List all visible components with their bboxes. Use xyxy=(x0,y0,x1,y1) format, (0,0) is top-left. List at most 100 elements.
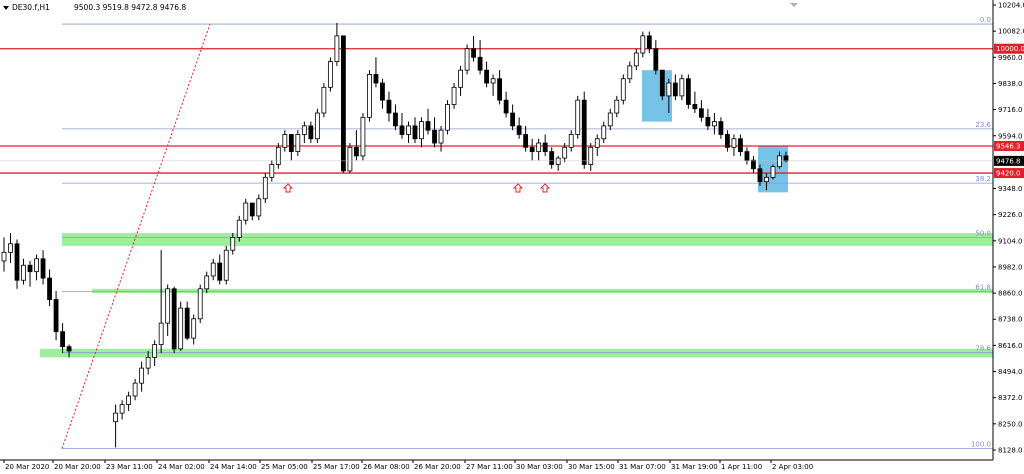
candle-bull xyxy=(360,116,366,157)
candle-bull xyxy=(223,249,229,281)
candle-bear xyxy=(738,138,743,153)
candle-bull xyxy=(119,404,125,414)
candle-bull xyxy=(438,129,444,144)
candle-bull xyxy=(445,104,450,131)
candle-bull xyxy=(777,155,782,168)
candle-bull xyxy=(158,322,164,345)
fib-level-label: 78.6 xyxy=(975,345,991,353)
x-tick-label: 30 Mar 15:00 xyxy=(568,463,615,471)
x-tick-label: 31 Mar 07:00 xyxy=(619,463,666,471)
candle-bear xyxy=(386,99,392,114)
price-tag-label: 9546.3 xyxy=(996,142,1021,150)
candle-bull xyxy=(262,176,268,200)
x-tick-label: 1 Apr 11:00 xyxy=(721,463,762,471)
y-tick-label: 8372.0 xyxy=(998,394,1023,402)
x-tick-label: 24 Mar 14:00 xyxy=(210,463,257,471)
y-tick-label: 8738.0 xyxy=(998,316,1023,324)
chart-symbol: DE30.f,H1 xyxy=(12,3,50,12)
candle-bear xyxy=(692,104,698,110)
candle-bull xyxy=(607,112,613,127)
candle-bull xyxy=(490,78,496,84)
candle-bear xyxy=(425,121,431,131)
candle-bear xyxy=(341,35,346,172)
candle-bull xyxy=(458,69,463,88)
price-chart[interactable]: 0.0 23.6 38.2 50.0 61.8 78.6 100.0 DE30.f,H1 9… xyxy=(0,0,1024,474)
candle-bull xyxy=(210,262,216,277)
candle-bull xyxy=(126,395,132,405)
candle-bull xyxy=(712,121,717,127)
fib-level-label: 50.0 xyxy=(975,229,991,237)
candle-bull xyxy=(191,318,197,339)
y-tick-label: 8982.0 xyxy=(998,263,1023,271)
chart-ohlc: 9500.3 9519.8 9472.8 9476.8 xyxy=(74,3,186,12)
candle-bear xyxy=(497,78,503,101)
x-tick-label: 25 Mar 17:00 xyxy=(313,463,360,471)
candle-bull xyxy=(321,86,327,114)
candle-bear xyxy=(646,35,652,50)
candle-bear xyxy=(171,288,177,350)
candle-bull xyxy=(679,78,685,97)
candle-bull xyxy=(269,164,275,178)
green-zone xyxy=(92,288,993,294)
fib-level-label: 38.2 xyxy=(975,175,991,183)
candle-bull xyxy=(666,82,672,97)
candle-bear xyxy=(529,146,535,153)
candle-bear xyxy=(40,258,46,279)
candle-bull xyxy=(152,344,158,358)
candle-bull xyxy=(555,157,561,165)
candle-bear xyxy=(432,129,437,144)
candle-bull xyxy=(419,121,424,140)
candle-bull xyxy=(113,412,118,423)
current-price-label: 9476.8 xyxy=(996,157,1021,165)
candle-bull xyxy=(256,198,262,217)
candle-bear xyxy=(542,142,548,153)
candle-bear xyxy=(184,307,190,339)
candle-bull xyxy=(367,74,372,118)
x-tick-label: 27 Mar 11:00 xyxy=(466,463,513,471)
candle-bear xyxy=(14,243,20,281)
candle-bear xyxy=(308,125,314,140)
candle-bear xyxy=(249,202,255,217)
candle-bull xyxy=(601,125,607,140)
candle-bull xyxy=(178,307,184,350)
x-tick-label: 26 Mar 08:00 xyxy=(363,463,410,471)
candle-bear xyxy=(698,108,704,118)
candle-bull xyxy=(451,86,457,105)
candle-bear xyxy=(581,99,587,165)
y-tick-label: 10082.0 xyxy=(998,28,1024,36)
candle-bull xyxy=(275,146,281,165)
price-tag-label: 9420.0 xyxy=(996,170,1021,178)
candle-bear xyxy=(380,82,385,101)
candle-bear xyxy=(503,99,509,114)
candle-bull xyxy=(731,138,737,148)
candle-bull xyxy=(347,146,353,172)
candle-bull xyxy=(301,125,307,135)
candle-bear xyxy=(725,134,730,148)
candle-bull xyxy=(243,202,249,221)
candle-bear xyxy=(66,346,72,352)
candle-bear xyxy=(516,125,522,135)
candle-bull xyxy=(633,52,639,67)
green-zone xyxy=(40,348,993,358)
candle-bear xyxy=(412,125,418,140)
candle-bear xyxy=(47,277,52,300)
candle-bull xyxy=(334,35,340,62)
candle-bear xyxy=(757,168,763,183)
x-tick-label: 26 Mar 20:00 xyxy=(414,463,461,471)
candle-bull xyxy=(230,236,236,251)
candle-bear xyxy=(685,78,691,105)
candle-bull xyxy=(536,142,542,153)
candle-bull xyxy=(575,99,581,135)
candle-bear xyxy=(399,125,405,135)
y-tick-label: 9594.0 xyxy=(998,132,1023,140)
y-tick-label: 10204.0 xyxy=(998,2,1024,10)
x-tick-label: 20 Mar 20:00 xyxy=(54,463,101,471)
x-tick-label: 30 Mar 03:00 xyxy=(516,463,563,471)
fib-level-label: 23.6 xyxy=(975,121,991,129)
y-tick-label: 9716.0 xyxy=(998,106,1023,114)
candle-bull xyxy=(295,134,301,153)
y-tick-label: 8616.0 xyxy=(998,342,1023,350)
candle-bear xyxy=(484,69,489,84)
x-tick-label: 23 Mar 11:00 xyxy=(106,463,153,471)
y-tick-label: 8494.0 xyxy=(998,368,1023,376)
